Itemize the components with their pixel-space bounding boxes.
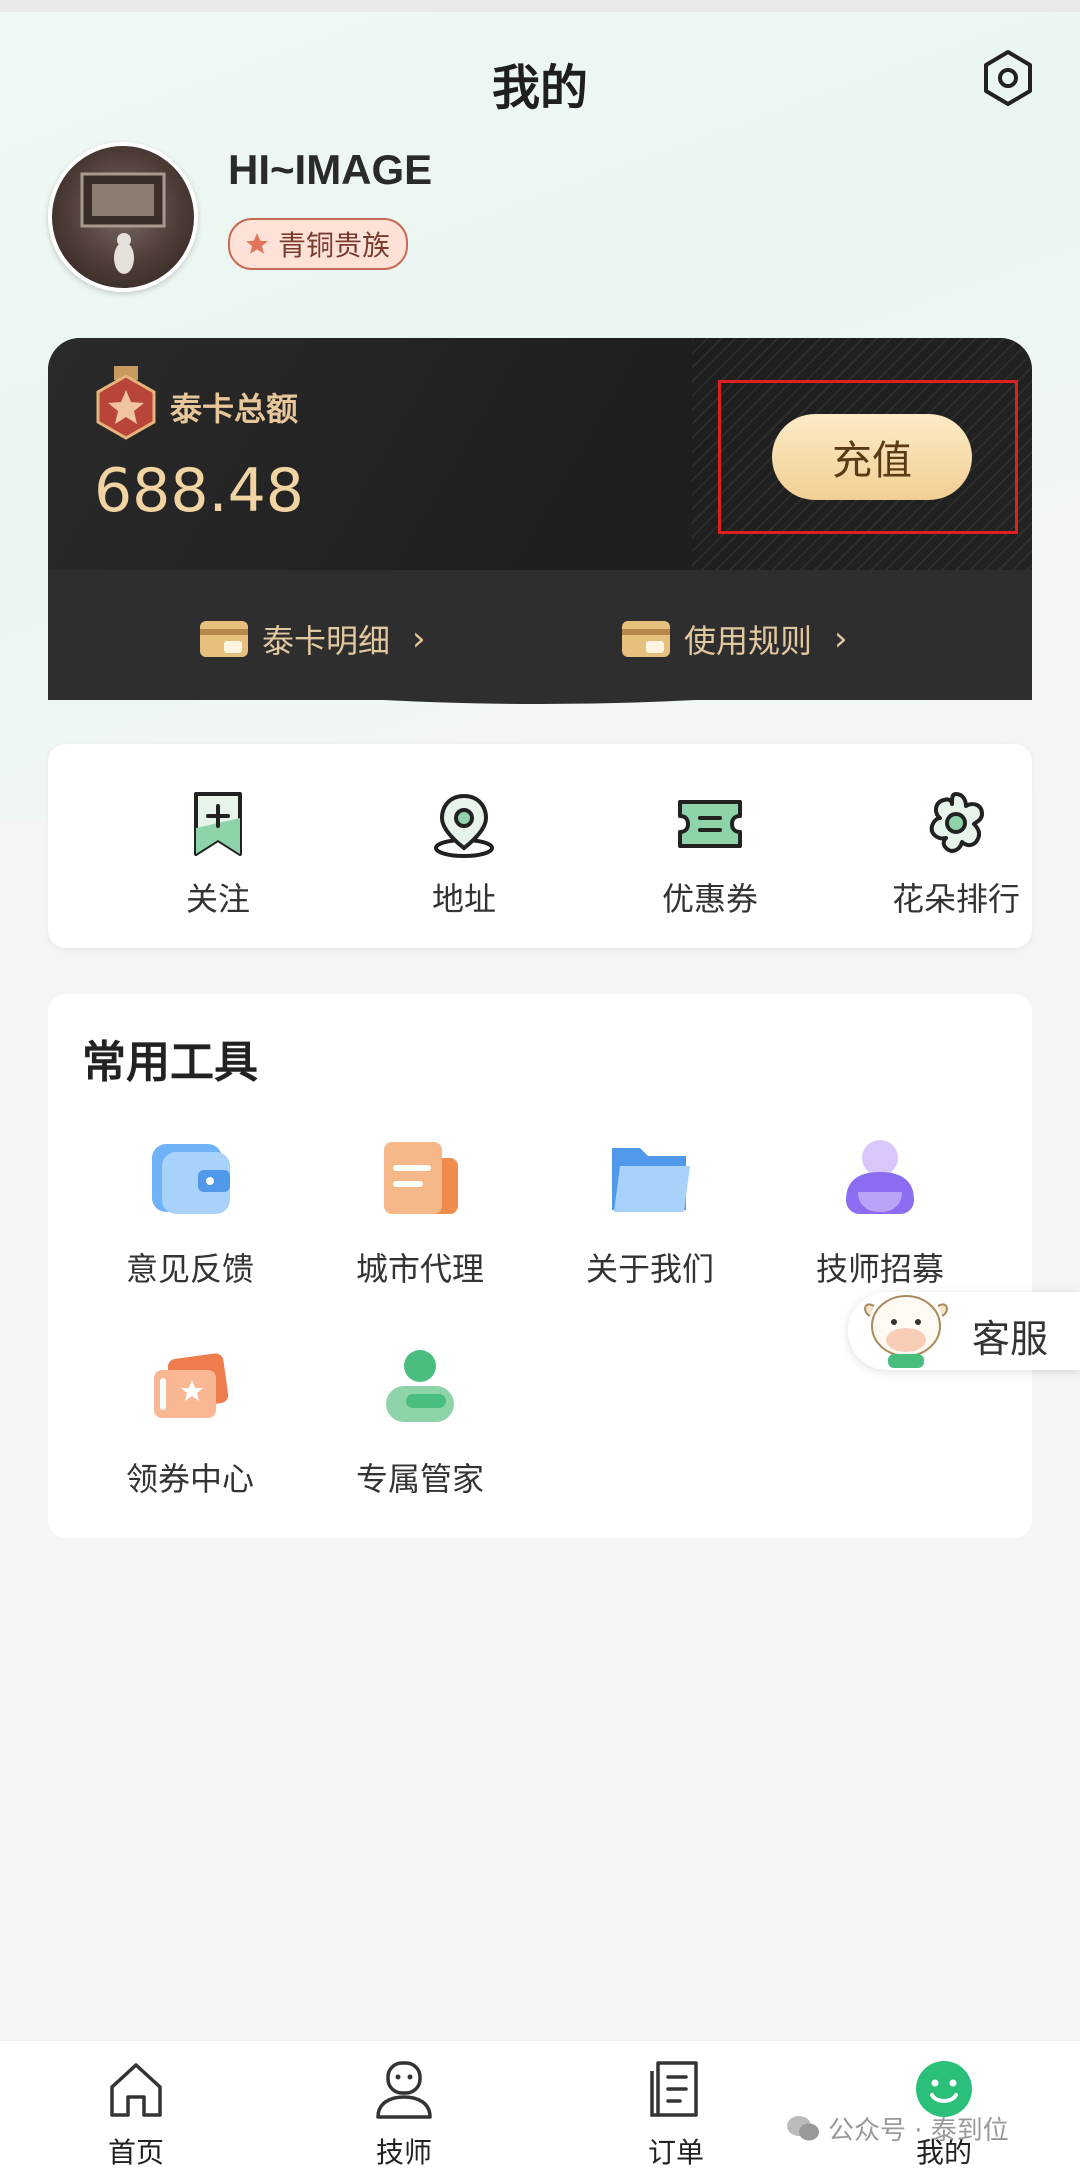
usage-rules-link[interactable]: 使用规则 ›: [620, 616, 848, 662]
home-icon: [110, 2063, 162, 2117]
location-pin-icon: [434, 793, 494, 858]
folder-icon: [612, 1148, 690, 1212]
avatar-image: [80, 172, 166, 274]
wallet-icon: [200, 621, 248, 657]
tool-personal-butler[interactable]: 专属管家: [310, 1344, 530, 1500]
tool-label: 关于我们: [585, 1250, 714, 1288]
card-curve: [48, 664, 1032, 704]
quick-action-address[interactable]: 地址: [364, 788, 564, 920]
chevron-right-icon: ›: [834, 619, 848, 659]
card-details-link[interactable]: 泰卡明细 ›: [198, 616, 426, 662]
star-icon: [246, 233, 268, 254]
quick-action-follow[interactable]: 关注: [118, 788, 318, 920]
customer-service-button[interactable]: 客服: [848, 1292, 1080, 1370]
quick-action-label: 优惠券: [661, 880, 758, 918]
quick-action-label: 地址: [431, 880, 496, 918]
order-icon: [650, 2061, 698, 2117]
wechat-icon: [787, 2115, 819, 2140]
butler-icon: [386, 1350, 454, 1422]
city-agent-icon: [384, 1142, 458, 1214]
status-strip: [0, 0, 1080, 12]
mascot-cow-icon: [864, 1295, 948, 1368]
flower-icon: [929, 792, 984, 853]
username: HI~IMAGE: [228, 146, 433, 193]
level-badge-label: 青铜贵族: [278, 229, 391, 262]
tool-city-agent[interactable]: 城市代理: [310, 1134, 530, 1290]
tab-label: 订单: [647, 2136, 704, 2169]
tool-feedback[interactable]: 意见反馈: [80, 1134, 300, 1290]
recruit-person-icon: [846, 1140, 914, 1214]
quick-action-coupons[interactable]: 优惠券: [610, 788, 810, 920]
recharge-button[interactable]: 充值: [772, 414, 972, 500]
quick-action-label: 关注: [185, 880, 250, 918]
balance-amount: 688.48: [94, 456, 304, 526]
tab-home[interactable]: 首页: [66, 2057, 206, 2171]
ticket-icon: [678, 800, 742, 848]
tools-title: 常用工具: [82, 1037, 258, 1088]
bottom-tab-bar: 首页 技师 订单 我的: [0, 2040, 1080, 2175]
technician-icon: [376, 2061, 432, 2119]
tab-orders[interactable]: 订单: [606, 2057, 746, 2171]
tab-label: 技师: [375, 2136, 432, 2169]
quick-actions-panel: 关注 地址 优惠券 花朵排行: [48, 744, 1032, 948]
quick-action-flower-ranking[interactable]: 花朵排行: [856, 788, 1056, 920]
level-badge: 青铜贵族: [228, 218, 409, 270]
balance-card: 泰卡总额 688.48 充值 泰卡明细 › 使用规则 ›: [48, 338, 1032, 700]
quick-action-label: 花朵排行: [891, 880, 1020, 918]
coupon-card-icon: [154, 1353, 229, 1418]
tab-label: 首页: [107, 2136, 164, 2169]
tool-label: 领券中心: [125, 1460, 254, 1498]
page-title: 我的: [491, 60, 588, 116]
tab-technician[interactable]: 技师: [334, 2057, 474, 2171]
feedback-wallet-icon: [152, 1144, 230, 1214]
balance-label: 泰卡总额: [170, 390, 299, 428]
tool-coupon-center[interactable]: 领券中心: [80, 1344, 300, 1500]
card-details-label: 泰卡明细: [262, 622, 391, 660]
tool-about-us[interactable]: 关于我们: [540, 1134, 760, 1290]
medal-icon: [96, 366, 156, 440]
tool-label: 意见反馈: [125, 1250, 254, 1288]
tool-label: 专属管家: [355, 1460, 484, 1498]
bookmark-plus-icon: [194, 792, 242, 856]
chevron-right-icon: ›: [412, 619, 426, 659]
tool-technician-recruit[interactable]: 技师招募: [770, 1134, 990, 1290]
avatar[interactable]: [48, 142, 198, 292]
wallet-icon: [622, 621, 670, 657]
usage-rules-label: 使用规则: [684, 622, 813, 660]
settings-icon[interactable]: [978, 48, 1038, 108]
customer-service-label: 客服: [972, 1317, 1049, 1361]
watermark: 公众号 · 泰到位: [786, 2110, 1009, 2147]
watermark-text: 公众号 · 泰到位: [828, 2116, 1009, 2146]
tool-label: 城市代理: [355, 1250, 484, 1288]
tools-panel: 常用工具 意见反馈 城市代理 关于我们 技师招募 领券中心 专属管家: [48, 994, 1032, 1538]
